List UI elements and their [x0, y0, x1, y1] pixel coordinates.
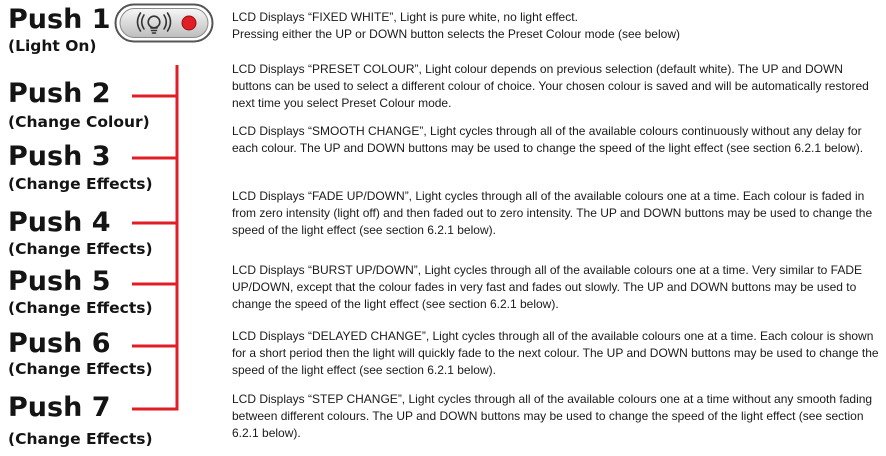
push-7-action: (Change Effects)	[8, 430, 153, 448]
push-4-title: Push 4	[8, 207, 111, 238]
push-6-title: Push 6	[8, 328, 111, 359]
push-3-description: LCD Displays “SMOOTH CHANGE”, Light cycl…	[232, 124, 864, 155]
push-3-action: (Change Effects)	[8, 175, 153, 193]
light-bulb-button-icon	[114, 3, 214, 43]
push-5-description: LCD Displays “BURST UP/DOWN”, Light cycl…	[232, 263, 863, 311]
indicator-led	[181, 15, 197, 31]
push-1-action: (Light On)	[8, 37, 97, 55]
push-5-action: (Change Effects)	[8, 299, 153, 317]
push-1-title: Push 1	[8, 4, 111, 35]
push-4-action: (Change Effects)	[8, 240, 153, 258]
push-5-title: Push 5	[8, 266, 111, 297]
push-4-description: LCD Displays “FADE UP/DOWN”, Light cycle…	[232, 189, 873, 237]
push-1-description: LCD Displays “FIXED WHITE”, Light is pur…	[232, 10, 680, 41]
push-2-description: LCD Displays “PRESET COLOUR”, Light colo…	[232, 62, 869, 110]
push-7-description: LCD Displays “STEP CHANGE”, Light cycles…	[232, 392, 873, 440]
push-7-title: Push 7	[8, 392, 111, 423]
push-6-action: (Change Effects)	[8, 360, 153, 378]
push-6-description: LCD Displays “DELAYED CHANGE”, Light cyc…	[232, 329, 879, 377]
push-3-title: Push 3	[8, 141, 111, 172]
push-2-action: (Change Colour)	[8, 113, 150, 131]
push-2-title: Push 2	[8, 78, 111, 109]
